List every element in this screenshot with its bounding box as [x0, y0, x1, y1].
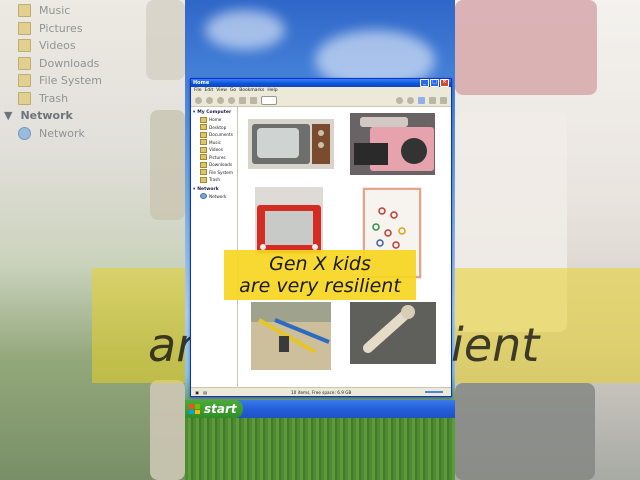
menu-view[interactable]: View — [216, 88, 227, 93]
file-manager-window[interactable]: Home _ □ × File Edit View Go Bookmarks H… — [190, 78, 452, 397]
free-space-bar — [425, 391, 443, 393]
menu-help[interactable]: Help — [267, 88, 277, 93]
drive-icon — [200, 169, 207, 176]
close-button[interactable]: × — [440, 79, 449, 87]
toolbar — [191, 94, 451, 107]
window-body: ▾ My Computer Home Desktop Documents Musi… — [191, 107, 451, 388]
minimize-button[interactable]: _ — [420, 79, 429, 87]
home-folder-icon — [200, 116, 207, 123]
caption-line-1: Gen X kids — [269, 253, 371, 275]
windows-logo-icon — [189, 404, 200, 414]
seesaw-icon[interactable] — [251, 302, 331, 370]
forward-icon[interactable] — [206, 96, 213, 104]
sidebar-header-my-computer[interactable]: ▾ My Computer — [191, 109, 237, 116]
sidebar-item-documents[interactable]: Documents — [191, 131, 237, 139]
menu-bar: File Edit View Go Bookmarks Help — [191, 87, 451, 94]
sidebar-item-music[interactable]: Music — [191, 139, 237, 147]
trash-icon — [200, 176, 207, 183]
tv-icon[interactable] — [248, 119, 334, 169]
maximize-button[interactable]: □ — [430, 79, 439, 87]
grass — [185, 418, 455, 480]
chevron-down-icon: ▾ — [193, 110, 196, 115]
menu-bookmarks[interactable]: Bookmarks — [239, 88, 264, 93]
file-grid — [238, 107, 451, 388]
sidebar-item-desktop[interactable]: Desktop — [191, 124, 237, 132]
menu-file[interactable]: File — [194, 88, 202, 93]
reload-icon[interactable] — [228, 96, 235, 104]
sidebar-item-pictures[interactable]: Pictures — [191, 154, 237, 162]
places-sidebar: ▾ My Computer Home Desktop Documents Musi… — [191, 107, 238, 388]
sidebar-toggle-icon[interactable]: ▣ — [195, 390, 199, 395]
left-background-panel: Music Pictures Videos Downloads File Sys… — [0, 0, 185, 480]
search-icon[interactable] — [407, 96, 414, 104]
caption-box: Gen X kids are very resilient — [224, 250, 416, 300]
start-label: start — [204, 402, 237, 416]
start-button[interactable]: start — [185, 400, 243, 418]
blur-overlay — [455, 0, 640, 480]
desktop-icon — [200, 124, 207, 131]
taskbar: start — [185, 400, 455, 418]
sidebar-item-videos[interactable]: Videos — [191, 146, 237, 154]
sidebar-item-downloads[interactable]: Downloads — [191, 161, 237, 169]
location-bar[interactable] — [261, 95, 277, 105]
computer-icon[interactable] — [250, 96, 257, 104]
status-bar: ▣ ▤ 10 items, Free space: 6.9 GB — [191, 387, 451, 396]
etch-a-sketch-icon[interactable] — [255, 187, 323, 255]
right-background-panel — [455, 0, 640, 480]
sidebar-item-network[interactable]: Network — [191, 193, 237, 201]
cloud — [205, 10, 285, 50]
title-bar[interactable]: Home _ □ × — [191, 79, 451, 87]
status-text: 10 items, Free space: 6.9 GB — [291, 389, 352, 395]
home-icon[interactable] — [239, 96, 246, 104]
window-title: Home — [193, 80, 210, 86]
icon-view-icon[interactable] — [418, 96, 425, 104]
folder-icon — [200, 146, 207, 153]
network-icon — [200, 193, 207, 200]
menu-edit[interactable]: Edit — [205, 88, 214, 93]
sidebar-item-home[interactable]: Home — [191, 116, 237, 124]
folder-icon — [200, 139, 207, 146]
boombox-icon[interactable] — [350, 113, 435, 175]
blur-overlay — [0, 0, 185, 480]
folder-icon — [200, 154, 207, 161]
sidebar-header-network[interactable]: ▾ Network — [191, 186, 237, 193]
zoom-icon[interactable] — [396, 96, 403, 104]
up-icon[interactable] — [217, 96, 224, 104]
sidebar-item-file-system[interactable]: File System — [191, 169, 237, 177]
back-icon[interactable] — [195, 96, 202, 104]
folder-icon — [200, 131, 207, 138]
tree-toggle-icon[interactable]: ▤ — [203, 390, 207, 395]
phone-icon[interactable] — [350, 302, 436, 364]
caption-line-2: are very resilient — [239, 275, 401, 297]
sidebar-item-trash[interactable]: Trash — [191, 176, 237, 184]
chevron-down-icon: ▾ — [193, 186, 196, 192]
list-view-icon[interactable] — [429, 96, 436, 104]
compact-view-icon[interactable] — [440, 96, 447, 104]
folder-icon — [200, 161, 207, 168]
menu-go[interactable]: Go — [230, 88, 236, 93]
